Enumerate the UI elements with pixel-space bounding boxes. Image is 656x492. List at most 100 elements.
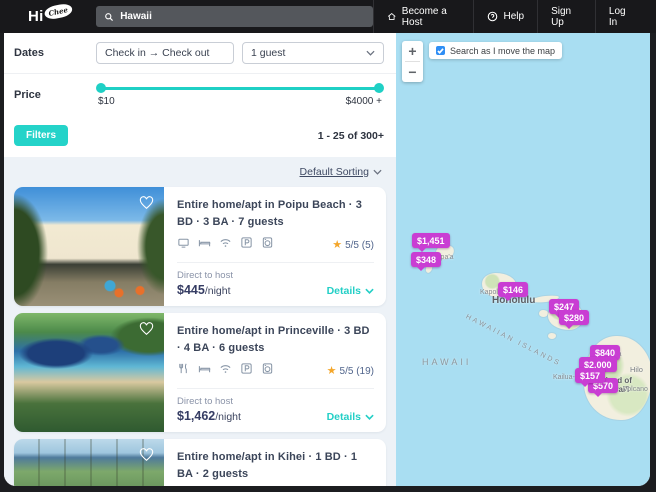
- results-count: 1 - 25 of 300+: [318, 130, 384, 142]
- logo-badge: Chee: [43, 2, 73, 20]
- log-in-button[interactable]: Log In: [595, 0, 646, 33]
- wifi-icon: [219, 362, 232, 380]
- listing-rating: ★ 5/5 (19): [327, 366, 374, 377]
- help-button[interactable]: Help: [473, 0, 537, 33]
- map-zoom-control: + −: [402, 41, 423, 82]
- listing-title[interactable]: Entire home/apt in Princeville · 3 BD · …: [177, 323, 374, 356]
- chevron-down-icon: [373, 169, 382, 175]
- map-price-pin[interactable]: $1,451: [412, 233, 450, 248]
- details-toggle[interactable]: Details: [327, 285, 374, 297]
- tv-icon: [177, 236, 190, 254]
- zoom-out-button[interactable]: −: [402, 62, 423, 82]
- nav-label: Help: [503, 11, 524, 22]
- card-divider: [177, 262, 374, 263]
- map-label: HAWAIIAN ISLANDS: [464, 313, 562, 367]
- sort-dropdown[interactable]: Default Sorting: [300, 166, 382, 178]
- help-icon: [487, 11, 498, 22]
- price-suffix: /night: [215, 411, 241, 423]
- filters-button[interactable]: Filters: [14, 125, 68, 146]
- listing-cards: Entire home/apt in Poipu Beach · 3 BD · …: [4, 185, 396, 486]
- hichee-logo[interactable]: Hi Chee: [28, 8, 72, 25]
- parking-icon: [240, 236, 253, 254]
- nav-label: Sign Up: [551, 6, 582, 28]
- listing-title[interactable]: Entire home/apt in Kihei · 1 BD · 1 BA ·…: [177, 449, 374, 482]
- top-bar: Hi Chee Become a Host Help Sign Up Log I…: [0, 0, 656, 33]
- price-box: Direct to host $1,462/night: [177, 396, 241, 423]
- zoom-in-button[interactable]: +: [402, 41, 423, 61]
- guests-select[interactable]: 1 guest: [242, 42, 384, 64]
- checkbox-label: Search as I move the map: [450, 46, 555, 56]
- price-value: $445: [177, 283, 205, 297]
- listing-card[interactable]: Entire home/apt in Kihei · 1 BD · 1 BA ·…: [14, 439, 386, 486]
- amenity-icons: [177, 362, 274, 380]
- dates-label: Dates: [14, 47, 96, 59]
- card-divider: [177, 388, 374, 389]
- logo-text-hi: Hi: [28, 8, 44, 25]
- sign-up-button[interactable]: Sign Up: [537, 0, 595, 33]
- listing-card[interactable]: Entire home/apt in Poipu Beach · 3 BD · …: [14, 187, 386, 306]
- kitchen-icon: [177, 362, 190, 380]
- map-price-pin[interactable]: $146: [498, 282, 528, 297]
- price-slider[interactable]: [98, 83, 382, 93]
- rating-value: 5/5 (5): [345, 240, 374, 251]
- rating-value: 5/5 (19): [340, 366, 374, 377]
- map-price-pin[interactable]: $157: [575, 368, 605, 383]
- star-icon: ★: [332, 240, 342, 251]
- slider-handle-max[interactable]: [374, 83, 384, 93]
- nav-label: Log In: [609, 6, 633, 28]
- amenity-icons: [177, 236, 274, 254]
- nav-label: Become a Host: [402, 6, 461, 28]
- home-icon: [387, 11, 396, 22]
- slider-handle-min[interactable]: [96, 83, 106, 93]
- search-bar[interactable]: [96, 6, 373, 27]
- listing-price: $1,462/night: [177, 409, 241, 423]
- filter-box: Dates Check in → Check out 1 guest Price: [4, 33, 396, 157]
- listing-card[interactable]: Entire home/apt in Princeville · 3 BD · …: [14, 313, 386, 432]
- price-box: Direct to host $445/night: [177, 270, 233, 297]
- star-icon: ★: [327, 366, 337, 377]
- chevron-down-icon: [365, 288, 374, 294]
- results-panel: Dates Check in → Check out 1 guest Price: [4, 33, 396, 486]
- chevron-down-icon: [365, 414, 374, 420]
- date-range-value: Check in → Check out: [105, 47, 209, 59]
- listing-photo: [14, 439, 164, 486]
- search-input[interactable]: [120, 11, 365, 22]
- map-label: HAWAII: [422, 357, 471, 367]
- direct-to-host-label: Direct to host: [177, 270, 233, 281]
- map-island-kahoolawe: [548, 333, 556, 339]
- map-label: Hilo: [630, 365, 643, 374]
- date-range-input[interactable]: Check in → Check out: [96, 42, 234, 64]
- parking-icon: [240, 362, 253, 380]
- details-label: Details: [327, 411, 361, 423]
- checkbox-checked-icon[interactable]: [436, 46, 445, 55]
- washer-icon: [261, 236, 274, 254]
- price-suffix: /night: [205, 285, 231, 297]
- map-price-pin[interactable]: $348: [411, 252, 441, 267]
- map-island-lanai: [539, 310, 548, 317]
- chevron-down-icon: [366, 50, 375, 56]
- map-price-pin[interactable]: $280: [559, 310, 589, 325]
- search-icon: [104, 12, 114, 22]
- guests-value: 1 guest: [251, 47, 285, 59]
- favorite-heart-icon[interactable]: [138, 195, 155, 210]
- listing-photo: [14, 313, 164, 432]
- price-min-label: $10: [98, 96, 115, 107]
- become-a-host-button[interactable]: Become a Host: [373, 0, 473, 33]
- price-value: $1,462: [177, 409, 215, 423]
- favorite-heart-icon[interactable]: [138, 321, 155, 336]
- top-nav: Become a Host Help Sign Up Log In: [373, 0, 646, 33]
- map-panel[interactable]: + − Search as I move the map $1,451 $348 $…: [396, 33, 650, 486]
- map-label: Volcano: [623, 386, 648, 393]
- slider-track: [98, 87, 382, 90]
- hichee-window: Hi Chee Become a Host Help Sign Up Log I…: [0, 0, 656, 492]
- bed-icon: [198, 362, 211, 380]
- listing-price: $445/night: [177, 283, 233, 297]
- listing-title[interactable]: Entire home/apt in Poipu Beach · 3 BD · …: [177, 197, 374, 230]
- wifi-icon: [219, 236, 232, 254]
- favorite-heart-icon[interactable]: [138, 447, 155, 462]
- bed-icon: [198, 236, 211, 254]
- search-as-move-checkbox[interactable]: Search as I move the map: [429, 42, 562, 59]
- price-max-label: $4000 +: [346, 96, 382, 107]
- listing-photo: [14, 187, 164, 306]
- details-toggle[interactable]: Details: [327, 411, 374, 423]
